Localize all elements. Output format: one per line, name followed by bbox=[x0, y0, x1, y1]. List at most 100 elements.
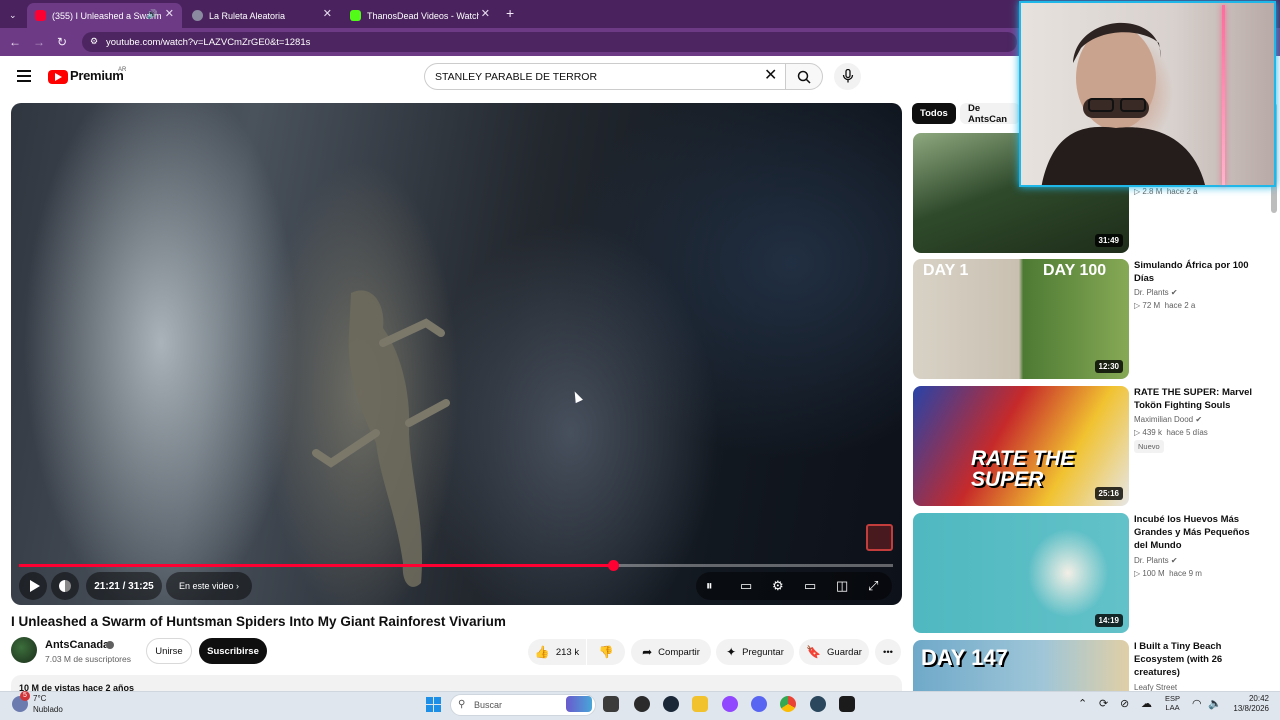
channel-watermark-icon[interactable] bbox=[866, 524, 893, 551]
recommendation-channel[interactable]: Dr. Plants ✔ bbox=[1134, 556, 1178, 565]
task-view-icon[interactable] bbox=[603, 696, 619, 712]
chapter-label: En este video bbox=[178, 581, 234, 591]
subscriber-count: 7.03 M de suscriptores bbox=[45, 654, 131, 664]
neon-light-strip bbox=[1222, 5, 1225, 185]
like-count: 213 k bbox=[555, 646, 580, 658]
channel-name[interactable]: AntsCanada bbox=[45, 639, 109, 651]
recommendation-meta: ▷ 439 k hace 5 días bbox=[1134, 428, 1208, 437]
close-tab-icon[interactable]: ✕ bbox=[165, 9, 174, 20]
steam-icon[interactable] bbox=[663, 696, 679, 712]
close-tab-icon[interactable]: ✕ bbox=[323, 9, 332, 20]
dislike-button[interactable]: 👎 bbox=[587, 639, 625, 665]
tab-search-chevron-icon[interactable]: ⌄ bbox=[9, 8, 17, 22]
speaker-icon[interactable]: 🔊 bbox=[147, 9, 158, 20]
right-controls-group bbox=[696, 572, 892, 600]
duration-badge: 14:19 bbox=[1094, 614, 1123, 627]
chapters-button[interactable]: En este video › bbox=[166, 572, 252, 600]
play-icon bbox=[29, 580, 40, 592]
voice-search-button[interactable] bbox=[834, 63, 861, 90]
twitch-icon[interactable] bbox=[722, 696, 738, 712]
recommendation-thumbnail[interactable]: DAY 147 bbox=[913, 640, 1129, 691]
streamer-webcam-overlay bbox=[1019, 1, 1276, 187]
save-button[interactable]: 🔖 Guardar bbox=[799, 639, 869, 665]
wifi-icon[interactable]: ◠ bbox=[1192, 698, 1202, 710]
fullscreen-icon[interactable]: ⤢ bbox=[868, 579, 878, 593]
search-input[interactable]: STANLEY PARABLE DE TERROR bbox=[424, 63, 785, 90]
recommendation-thumbnail[interactable]: DAY 1 DAY 100 12:30 bbox=[913, 259, 1129, 379]
forward-arrow-icon[interactable]: → bbox=[33, 35, 45, 49]
sparkle-icon: ✦ bbox=[726, 645, 737, 659]
recommendation-channel[interactable]: Leafy Street bbox=[1134, 683, 1177, 691]
search-button[interactable] bbox=[785, 63, 823, 90]
ask-button[interactable]: ✦ Preguntar bbox=[716, 639, 794, 665]
autoplay-toggle-icon[interactable]: ⏸ bbox=[706, 579, 713, 593]
new-badge: Nuevo bbox=[1134, 440, 1164, 453]
tab-kick[interactable]: ThanosDead Videos - Watch O ✕ bbox=[342, 3, 498, 28]
recommendation-thumbnail[interactable]: 14:19 bbox=[913, 513, 1129, 633]
recommendation-channel[interactable]: Dr. Plants ✔ bbox=[1134, 288, 1178, 297]
tab-title: ThanosDead Videos - Watch O bbox=[367, 10, 479, 21]
taskbar-clock[interactable]: 20:42 13/8/2026 bbox=[1223, 694, 1269, 714]
subtitles-icon[interactable]: ▭ bbox=[740, 579, 752, 593]
video-player[interactable] bbox=[11, 103, 902, 605]
chevron-up-icon[interactable]: ⌃ bbox=[1078, 698, 1087, 710]
thumbnail-text: RATE THE SUPER bbox=[971, 447, 1075, 491]
recommendation-title[interactable]: Incubé los Huevos Más Grandes y Más Pequ… bbox=[1134, 513, 1264, 552]
chrome-icon[interactable] bbox=[780, 696, 796, 712]
close-tab-icon[interactable]: ✕ bbox=[481, 9, 490, 20]
site-info-icon[interactable]: ⚙ bbox=[90, 36, 98, 47]
recommendation-title[interactable]: Simulando África por 100 Días bbox=[1134, 259, 1264, 285]
url-field[interactable]: ⚙ youtube.com/watch?v=LAZVCmZrGE0&t=1281… bbox=[82, 32, 1017, 52]
more-actions-button[interactable]: ••• bbox=[875, 639, 901, 665]
chip-all[interactable]: Todos bbox=[912, 103, 956, 124]
view-count: 100 M bbox=[1142, 569, 1165, 578]
video-title: I Unleashed a Swarm of Huntsman Spiders … bbox=[11, 614, 506, 629]
like-button[interactable]: 👍 213 k bbox=[528, 639, 586, 665]
reload-icon[interactable]: ↻ bbox=[57, 35, 67, 49]
verified-check-icon: ✔ bbox=[1195, 415, 1203, 424]
bluetooth-off-icon[interactable]: ⊘ bbox=[1120, 698, 1129, 710]
weather-description[interactable]: Nublado bbox=[33, 705, 63, 714]
settings-gear-icon[interactable]: ⚙ bbox=[772, 579, 784, 593]
language-code: ESP bbox=[1165, 694, 1181, 703]
play-button[interactable] bbox=[19, 572, 47, 600]
theater-mode-icon[interactable]: ▭ bbox=[804, 579, 816, 593]
refresh-tray-icon[interactable]: ⟳ bbox=[1099, 698, 1108, 710]
tab-ruleta[interactable]: La Ruleta Aleatoria ✕ bbox=[184, 3, 340, 28]
speaker-icon[interactable]: 🔈 bbox=[1208, 698, 1222, 710]
app-icon[interactable] bbox=[839, 696, 855, 712]
more-horizontal-icon: ••• bbox=[883, 646, 893, 658]
share-button[interactable]: ➦ Compartir bbox=[631, 639, 711, 665]
subscribe-button[interactable]: Suscribirse bbox=[199, 638, 267, 664]
join-button[interactable]: Unirse bbox=[146, 638, 192, 664]
weather-temperature[interactable]: 7°C bbox=[33, 694, 46, 703]
volume-button[interactable] bbox=[51, 572, 79, 600]
back-arrow-icon[interactable]: ← bbox=[9, 35, 21, 49]
new-tab-button[interactable]: + bbox=[506, 6, 514, 20]
windows-start-icon[interactable] bbox=[426, 697, 441, 712]
language-indicator[interactable]: ESP LAA bbox=[1165, 694, 1180, 712]
recommendation-title[interactable]: RATE THE SUPER: Marvel Tokön Fighting So… bbox=[1134, 386, 1264, 412]
youtube-logo-icon[interactable] bbox=[48, 70, 68, 84]
tab-youtube[interactable]: (355) I Unleashed a Swarm 🔊 ✕ bbox=[27, 3, 182, 28]
chip-from-channel[interactable]: De AntsCan bbox=[960, 103, 1020, 124]
clear-search-icon[interactable]: ✕ bbox=[764, 68, 777, 84]
share-arrow-icon: ➦ bbox=[642, 645, 653, 659]
recommendation-title[interactable]: I Built a Tiny Beach Ecosystem (with 26 … bbox=[1134, 640, 1264, 679]
file-explorer-icon[interactable] bbox=[692, 696, 708, 712]
search-placeholder: Buscar bbox=[474, 700, 503, 710]
streamer-silhouette bbox=[1041, 22, 1205, 185]
discord-icon[interactable] bbox=[751, 696, 767, 712]
obs-icon[interactable] bbox=[634, 696, 650, 712]
onedrive-icon[interactable]: ☁ bbox=[1141, 698, 1152, 710]
progress-bar-played bbox=[19, 564, 614, 567]
url-text: youtube.com/watch?v=LAZVCmZrGE0&t=1281s bbox=[106, 36, 311, 48]
steam-client-icon[interactable] bbox=[810, 696, 826, 712]
view-count: 2.8 M bbox=[1142, 187, 1163, 196]
hamburger-menu-icon[interactable] bbox=[17, 70, 31, 82]
cast-icon[interactable]: ◫ bbox=[836, 579, 848, 593]
recommendation-channel[interactable]: Maximilian Dood ✔ bbox=[1134, 415, 1202, 424]
recommendation-thumbnail[interactable]: RATE THE SUPER 25:16 bbox=[913, 386, 1129, 506]
channel-avatar[interactable] bbox=[11, 637, 37, 663]
youtube-premium-wordmark[interactable]: Premium bbox=[70, 68, 124, 83]
